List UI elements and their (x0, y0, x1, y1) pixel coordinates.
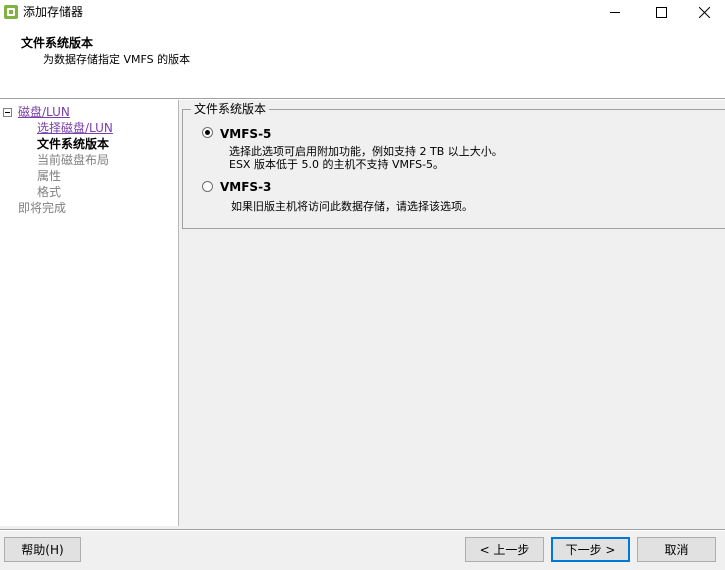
close-icon (699, 7, 710, 18)
vmfs3-desc-line1: 如果旧版主机将访问此数据存储，请选择该选项。 (231, 200, 473, 213)
minimize-icon (609, 12, 620, 13)
wizard-footer: 帮助(H) < 上一步 下一步 > 取消 (0, 531, 725, 570)
group-legend: 文件系统版本 (191, 102, 270, 116)
next-button[interactable]: 下一步 > (551, 537, 630, 562)
collapse-icon[interactable] (3, 108, 12, 117)
wizard-body: 磁盘/LUN 选择磁盘/LUN 文件系统版本 当前磁盘布局 属性 格式 即将完成… (0, 100, 725, 529)
minimize-button[interactable] (592, 0, 638, 25)
wizard-header: 文件系统版本 为数据存储指定 VMFS 的版本 (0, 25, 725, 98)
window-title: 添加存储器 (23, 5, 84, 19)
vmfs5-desc-line2: ESX 版本低于 5.0 的主机不支持 VMFS-5。 (229, 158, 445, 171)
nav-step-format: 格式 (37, 185, 62, 199)
vmfs3-label[interactable]: VMFS-3 (220, 180, 271, 194)
maximize-icon (655, 7, 667, 18)
vsphere-app-icon (4, 5, 18, 19)
cancel-button[interactable]: 取消 (637, 537, 716, 562)
nav-step-properties: 属性 (37, 169, 62, 183)
nav-step-disk-lun[interactable]: 磁盘/LUN (18, 105, 70, 119)
step-navigation: 磁盘/LUN 选择磁盘/LUN 文件系统版本 当前磁盘布局 属性 格式 即将完成 (0, 100, 179, 526)
nav-step-file-system-version: 文件系统版本 (37, 137, 110, 151)
nav-step-ready-to-complete: 即将完成 (18, 201, 67, 215)
title-bar: 添加存储器 (0, 0, 725, 25)
vmfs5-radio[interactable] (202, 127, 213, 138)
page-subtitle: 为数据存储指定 VMFS 的版本 (43, 53, 191, 66)
nav-step-select-disk[interactable]: 选择磁盘/LUN (37, 121, 113, 135)
help-button[interactable]: 帮助(H) (4, 537, 81, 562)
close-button[interactable] (684, 0, 725, 25)
vmfs5-desc-line1: 选择此选项可启用附加功能，例如支持 2 TB 以上大小。 (229, 145, 503, 158)
maximize-button[interactable] (638, 0, 684, 25)
vmfs3-radio[interactable] (202, 181, 213, 192)
vmfs5-label[interactable]: VMFS-5 (220, 127, 271, 141)
page-title: 文件系统版本 (21, 36, 94, 50)
nav-step-current-disk-layout: 当前磁盘布局 (37, 153, 110, 167)
back-button[interactable]: < 上一步 (465, 537, 544, 562)
